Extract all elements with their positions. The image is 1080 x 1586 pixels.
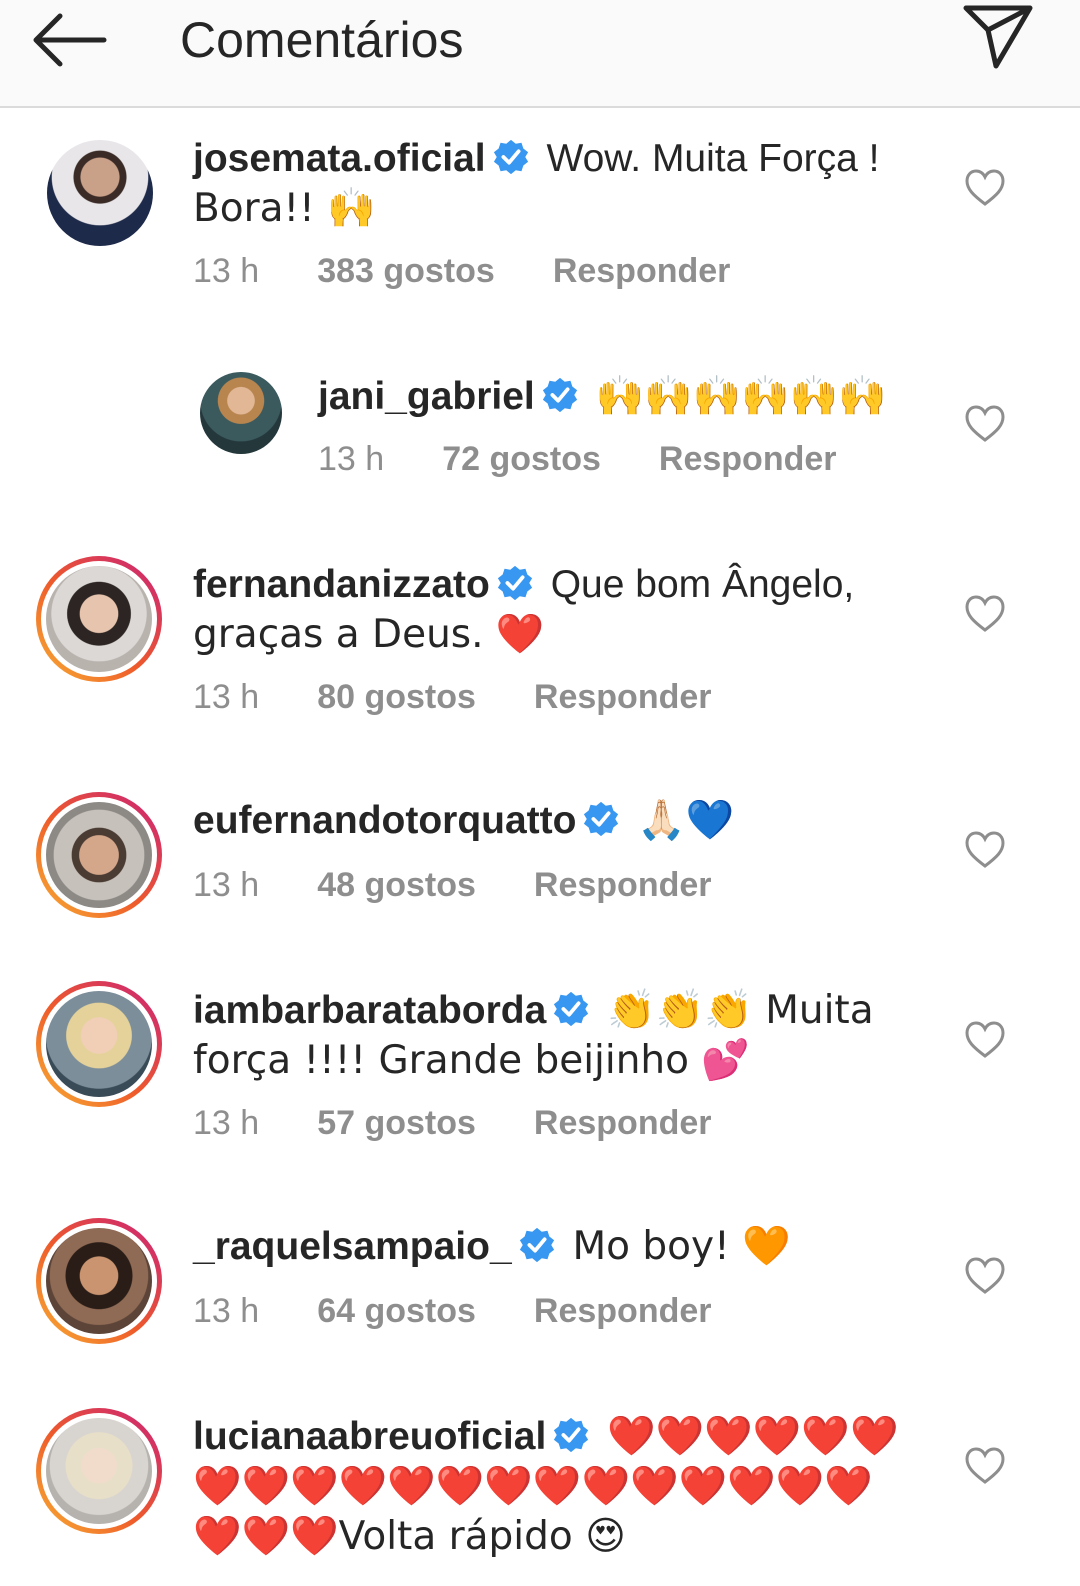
avatar[interactable]: [200, 372, 282, 454]
avatar[interactable]: [47, 140, 153, 246]
reply-button[interactable]: Responder: [553, 252, 731, 290]
comment-body-line2: força !!!! Grande beijinho 💕: [193, 1038, 750, 1083]
reply-button[interactable]: Responder: [534, 866, 712, 904]
heart-icon[interactable]: [964, 404, 1006, 444]
like-count[interactable]: 383 gostos: [317, 252, 495, 290]
comment-username[interactable]: josemata.oficial: [193, 137, 486, 180]
comment-meta: 13 h 383 gostos Responder: [193, 252, 788, 291]
reply-button[interactable]: Responder: [534, 1292, 712, 1330]
arrow-left-icon[interactable]: [30, 8, 110, 72]
page-title: Comentários: [180, 12, 464, 68]
like-count[interactable]: 64 gostos: [317, 1292, 476, 1330]
comment-username[interactable]: eufernandotorquatto: [193, 799, 576, 842]
comment-meta: 13 h 64 gostos Responder: [193, 1292, 770, 1331]
avatar[interactable]: [36, 981, 162, 1107]
comment-text: lucianaabreuoficial ❤️❤️❤️❤️❤️❤️ ❤️❤️❤️❤…: [193, 1412, 933, 1562]
like-count[interactable]: 72 gostos: [442, 440, 601, 478]
comment-meta: 13 h 80 gostos Responder: [193, 678, 770, 717]
comment-text: jani_gabriel 🙌🙌🙌🙌🙌🙌: [318, 372, 938, 422]
comment-time: 13 h: [318, 440, 385, 478]
heart-icon[interactable]: [964, 168, 1006, 208]
comment-body: 👏👏👏 Muita: [607, 988, 874, 1033]
comment-text: josemata.oficial Wow. Muita Força ! Bora…: [193, 134, 933, 234]
comment-body-line2: Bora!! 🙌: [193, 186, 376, 231]
comment-username[interactable]: iambarbarataborda: [193, 989, 546, 1032]
avatar[interactable]: [36, 1408, 162, 1534]
verified-badge-icon: [554, 1417, 589, 1453]
comment-body: Que bom Ângelo,: [550, 563, 855, 606]
verified-badge-icon: [493, 139, 528, 175]
reply-button[interactable]: Responder: [534, 678, 712, 716]
like-count[interactable]: 48 gostos: [317, 866, 476, 904]
heart-icon[interactable]: [964, 1020, 1006, 1060]
reply-button[interactable]: Responder: [534, 1104, 712, 1142]
comment-body: ❤️❤️❤️❤️❤️❤️: [607, 1414, 899, 1459]
comment-body: 🙏🏻💙: [637, 798, 735, 843]
comment-body: Wow. Muita Força !: [546, 137, 880, 180]
comment-body-line3: ❤️❤️❤️Volta rápido 😍: [193, 1514, 626, 1559]
comment-meta: 13 h 48 gostos Responder: [193, 866, 770, 905]
paper-plane-icon[interactable]: [958, 0, 1038, 72]
avatar[interactable]: [36, 556, 162, 682]
comment-meta: 13 h 72 gostos Responder: [318, 440, 895, 479]
heart-icon[interactable]: [964, 1446, 1006, 1486]
top-bar: Comentários: [0, 0, 1080, 108]
verified-badge-icon: [554, 991, 589, 1027]
like-count[interactable]: 80 gostos: [317, 678, 476, 716]
verified-badge-icon: [497, 565, 532, 601]
verified-badge-icon: [542, 377, 577, 413]
comment-time: 13 h: [193, 1292, 260, 1330]
comment-text: fernandanizzato Que bom Ângelo, graças a…: [193, 560, 933, 660]
reply-button[interactable]: Responder: [659, 440, 837, 478]
comment-text: iambarbarataborda 👏👏👏 Muita força !!!! G…: [193, 986, 933, 1086]
comment-text: _raquelsampaio_ Mo boy! 🧡: [193, 1222, 933, 1272]
comment-time: 13 h: [193, 866, 260, 904]
comment-meta: 13 h 57 gostos Responder: [193, 1104, 770, 1143]
comment-username[interactable]: jani_gabriel: [318, 375, 535, 418]
comment-username[interactable]: fernandanizzato: [193, 563, 490, 606]
comment-time: 13 h: [193, 252, 260, 290]
comment-body: 🙌🙌🙌🙌🙌🙌: [595, 374, 887, 419]
comment-body-line2: ❤️❤️❤️❤️❤️❤️❤️❤️❤️❤️❤️❤️❤️❤️: [193, 1464, 873, 1509]
heart-icon[interactable]: [964, 830, 1006, 870]
heart-icon[interactable]: [964, 594, 1006, 634]
comment-username[interactable]: lucianaabreuoficial: [193, 1415, 546, 1458]
avatar[interactable]: [36, 1218, 162, 1344]
verified-badge-icon: [519, 1227, 554, 1263]
verified-badge-icon: [584, 801, 619, 837]
avatar[interactable]: [36, 792, 162, 918]
comment-time: 13 h: [193, 1104, 260, 1142]
heart-icon[interactable]: [964, 1256, 1006, 1296]
comment-username[interactable]: _raquelsampaio_: [193, 1225, 512, 1268]
comment-text: eufernandotorquatto 🙏🏻💙: [193, 796, 933, 846]
comment-time: 13 h: [193, 678, 260, 716]
comment-body-line2: graças a Deus. ❤️: [193, 612, 545, 657]
like-count[interactable]: 57 gostos: [317, 1104, 476, 1142]
comment-body: Mo boy! 🧡: [572, 1224, 791, 1269]
